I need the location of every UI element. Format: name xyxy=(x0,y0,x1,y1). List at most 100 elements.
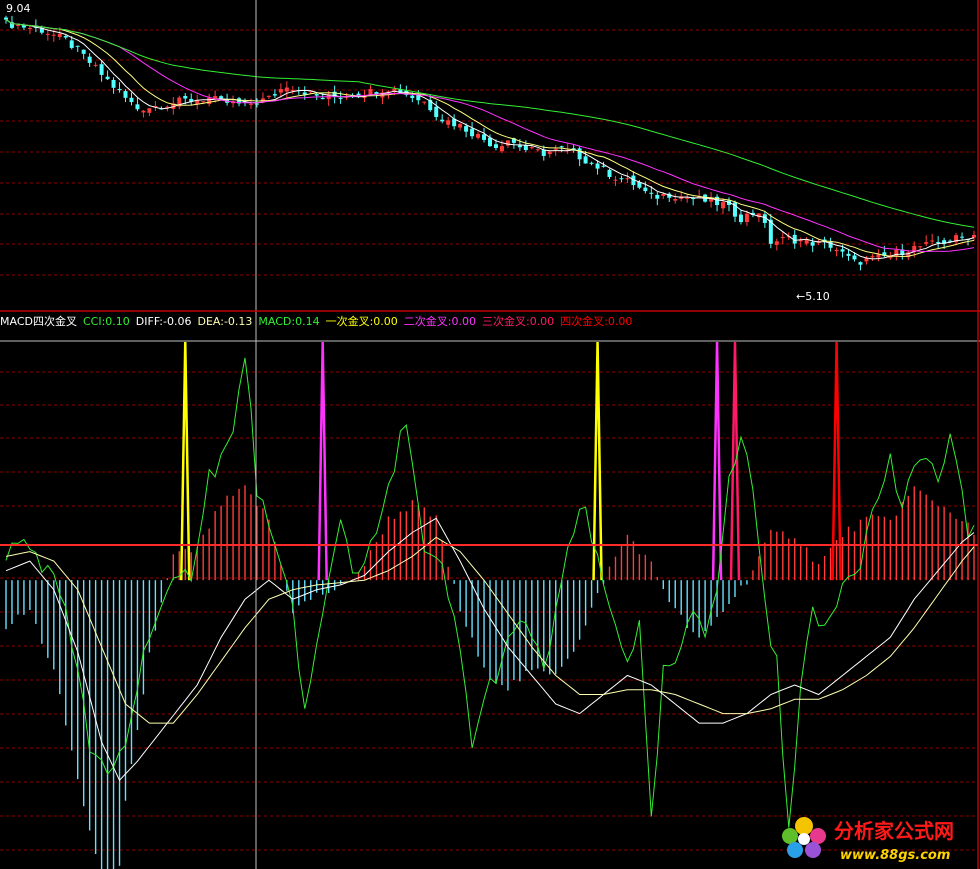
candle-body xyxy=(422,101,427,103)
candle-body xyxy=(523,145,528,151)
candle-body xyxy=(864,258,869,262)
legend-item: 一次金叉:0.00 xyxy=(326,314,398,328)
candle-body xyxy=(278,89,283,93)
stock-chart: 9.04 ←5.10 MACD四次金叉 CCI:0.10 DIFF:-0.06 DEA… xyxy=(0,0,980,869)
candle-body xyxy=(960,236,965,238)
candle-body xyxy=(810,242,815,246)
candle-body xyxy=(493,144,498,148)
candle-body xyxy=(517,145,522,148)
candle-body xyxy=(135,104,140,110)
candle-body xyxy=(368,88,373,95)
candle-body xyxy=(111,79,116,88)
candle-body xyxy=(547,151,552,155)
candle-body xyxy=(464,126,469,132)
candle-body xyxy=(314,94,319,96)
candle-body xyxy=(440,119,445,122)
candle-body xyxy=(51,34,56,36)
candle-body xyxy=(930,240,935,242)
candle-body xyxy=(272,94,277,96)
watermark-url: www.88gs.com xyxy=(840,848,950,863)
candle-body xyxy=(57,33,62,37)
candle-body xyxy=(284,87,289,92)
candle-body xyxy=(834,250,839,252)
legend-item: DEA:-0.13 xyxy=(197,315,252,328)
candle-body xyxy=(147,108,152,113)
legend-item: 二次金叉:0.00 xyxy=(404,314,476,328)
candle-body xyxy=(69,40,74,48)
candle-body xyxy=(774,241,779,245)
candle-body xyxy=(458,124,463,128)
candle-body xyxy=(129,97,134,103)
candle-body xyxy=(105,76,110,80)
candle-body xyxy=(183,95,188,99)
chart-background xyxy=(0,0,980,869)
legend-item: 三次金叉:0.00 xyxy=(482,314,554,328)
candle-body xyxy=(446,120,451,125)
candle-body xyxy=(81,49,86,54)
candle-body xyxy=(123,91,128,98)
candle-body xyxy=(529,147,534,149)
candle-body xyxy=(553,148,558,150)
candle-body xyxy=(505,140,510,146)
candle-body xyxy=(619,178,624,180)
candle-body xyxy=(63,36,68,38)
legend-item: MACD:0.14 xyxy=(258,315,319,328)
candle-body xyxy=(15,24,20,26)
candle-body xyxy=(75,45,80,47)
candle-body xyxy=(601,165,606,167)
candle-body xyxy=(87,56,92,63)
candle-body xyxy=(780,237,785,239)
candle-body xyxy=(595,163,600,169)
candle-body xyxy=(266,95,271,97)
candle-body xyxy=(583,156,588,164)
candle-body xyxy=(559,146,564,148)
candle-body xyxy=(201,101,206,103)
candle-body xyxy=(248,103,253,105)
candle-body xyxy=(613,179,618,181)
candle-body xyxy=(918,246,923,248)
candle-body xyxy=(846,253,851,256)
legend-item: MACD四次金叉 xyxy=(0,314,77,328)
candle-body xyxy=(840,249,845,252)
candle-body xyxy=(673,199,678,201)
candle-body xyxy=(27,28,32,30)
candle-body xyxy=(338,97,343,99)
candle-body xyxy=(535,149,540,151)
candle-body xyxy=(589,162,594,164)
candle-body xyxy=(661,194,666,196)
candle-body xyxy=(607,169,612,177)
legend-item: 四次金叉:0.00 xyxy=(560,314,632,328)
candle-body xyxy=(870,256,875,258)
candle-body xyxy=(924,242,929,244)
candle-body xyxy=(476,133,481,138)
candle-body xyxy=(744,213,749,223)
candle-body xyxy=(655,194,660,199)
candle-body xyxy=(117,88,122,91)
candle-body xyxy=(738,214,743,223)
high-price-label: 9.04 xyxy=(6,2,31,15)
candle-body xyxy=(219,96,224,99)
candle-body xyxy=(499,146,504,152)
candle-body xyxy=(93,64,98,66)
candle-body xyxy=(577,148,582,160)
candle-body xyxy=(4,17,8,20)
candle-body xyxy=(320,97,325,100)
candle-body xyxy=(721,202,726,209)
legend-item: DIFF:-0.06 xyxy=(136,315,192,328)
candle-body xyxy=(852,255,857,260)
candle-body xyxy=(643,187,648,192)
candle-body xyxy=(685,197,690,199)
candle-body xyxy=(972,234,976,238)
candle-body xyxy=(410,95,415,99)
indicator-legend: MACD四次金叉 CCI:0.10 DIFF:-0.06 DEA:-0.13 MACD:… xyxy=(0,314,632,328)
watermark-title: 分析家公式网 xyxy=(834,819,954,843)
candle-body xyxy=(625,178,630,180)
candle-body xyxy=(45,33,50,35)
candle-body xyxy=(207,97,212,105)
candle-body xyxy=(99,64,104,75)
candle-body xyxy=(141,110,146,113)
candle-body xyxy=(858,262,863,265)
candle-body xyxy=(649,192,654,194)
candle-body xyxy=(482,134,487,140)
candle-body xyxy=(470,128,475,137)
